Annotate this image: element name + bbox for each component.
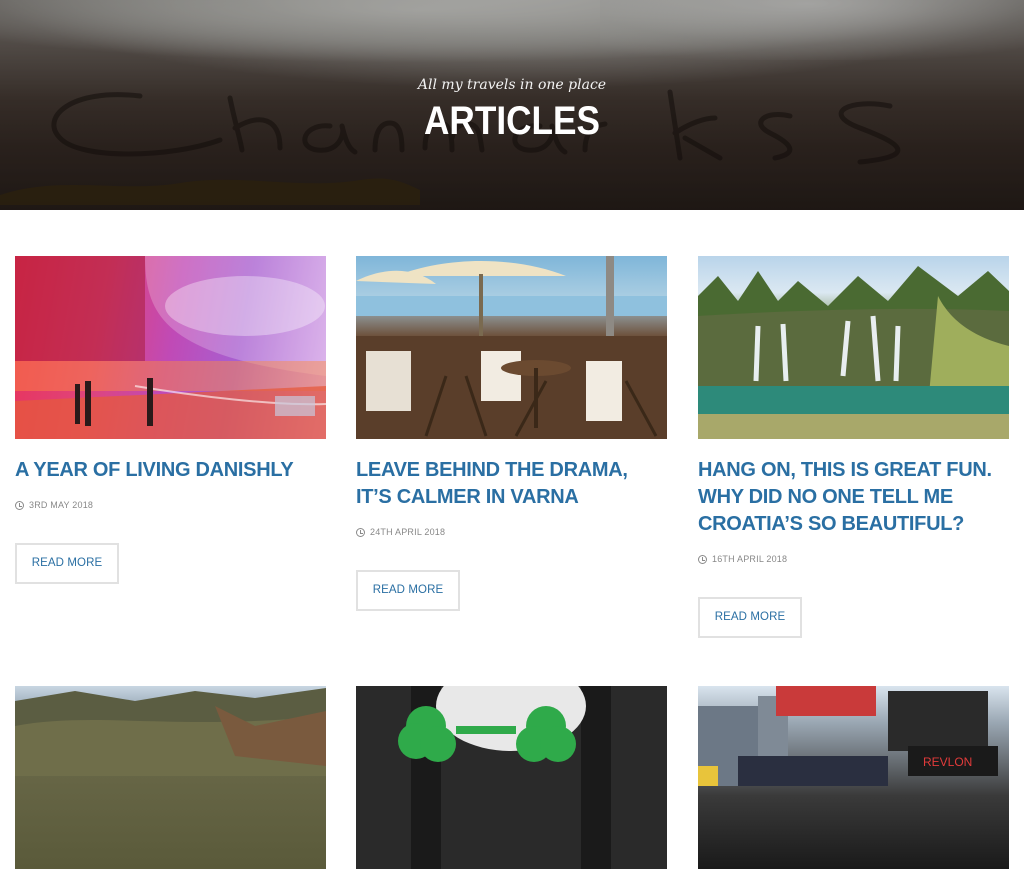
article-title[interactable]: HANG ON, THIS IS GREAT FUN. WHY DID NO O…: [698, 457, 1009, 538]
date-text: 3RD MAY 2018: [29, 500, 94, 510]
times-square-image[interactable]: REVLON: [698, 686, 1009, 869]
times-square-art: REVLON: [698, 686, 998, 786]
article-card: LEAVE BEHIND THE DRAMA, IT’S CALMER IN V…: [356, 256, 667, 611]
article-date: 3RD MAY 2018: [15, 500, 326, 510]
article-card[interactable]: REVLON: [698, 686, 1009, 869]
article-date: 24TH APRIL 2018: [356, 527, 667, 537]
article-title[interactable]: A YEAR OF LIVING DANISHLY: [15, 457, 326, 484]
shamrock-glasses-image[interactable]: [356, 686, 667, 869]
article-card: [356, 686, 667, 869]
clock-icon: [698, 554, 707, 564]
clock-icon: [15, 500, 24, 510]
date-text: 16TH APRIL 2018: [712, 554, 788, 564]
read-more-button[interactable]: READ MORE: [356, 570, 460, 611]
rainbow-panorama-image[interactable]: [15, 256, 326, 439]
hero-subtitle: All my travels in one place: [417, 77, 607, 93]
article-title[interactable]: LEAVE BEHIND THE DRAMA, IT’S CALMER IN V…: [356, 457, 667, 511]
mountain-valley-image[interactable]: [15, 686, 326, 869]
clock-icon: [356, 527, 365, 537]
shamrock-glasses-art: [398, 686, 611, 869]
article-card: [15, 686, 326, 869]
waterfall-lake-art: [698, 266, 1009, 439]
waterfall-lake-image[interactable]: [698, 256, 1009, 439]
hero-banner: All my travels in one place ARTICLES: [0, 0, 1024, 210]
article-date: 16TH APRIL 2018: [698, 554, 1009, 564]
read-more-button[interactable]: READ MORE: [15, 543, 119, 584]
beach-cafe-art: [356, 256, 667, 439]
page-title: ARTICLES: [424, 99, 600, 143]
date-text: 24TH APRIL 2018: [370, 527, 446, 537]
read-more-button[interactable]: READ MORE: [698, 597, 802, 638]
rainbow-panorama-art: [15, 256, 326, 439]
beach-cafe-image[interactable]: [356, 256, 667, 439]
svg-text:REVLON: REVLON: [923, 755, 972, 769]
hero-heading-group: All my travels in one place ARTICLES: [0, 74, 1024, 144]
mountain-valley-art: [15, 688, 326, 776]
article-card: A YEAR OF LIVING DANISHLY 3RD MAY 2018 R…: [15, 256, 326, 584]
article-card: HANG ON, THIS IS GREAT FUN. WHY DID NO O…: [698, 256, 1009, 638]
